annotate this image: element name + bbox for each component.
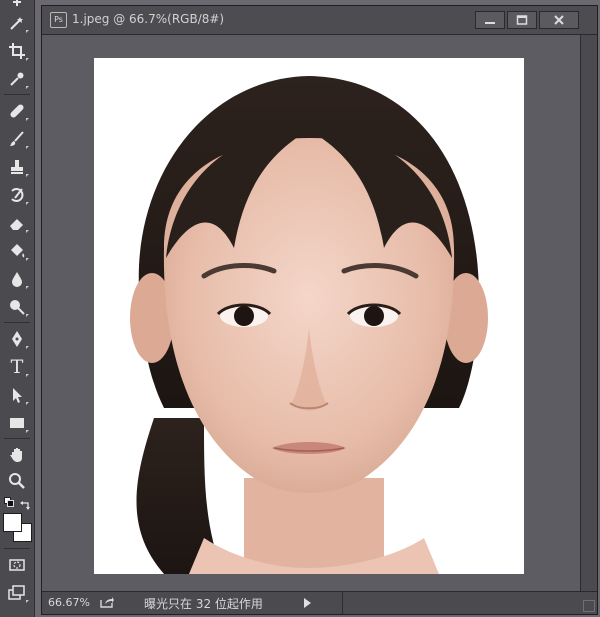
clone-stamp-tool[interactable] xyxy=(3,154,31,180)
foreground-color-swatch[interactable] xyxy=(3,513,22,532)
magic-wand-icon xyxy=(10,17,23,30)
history-brush-tool[interactable] xyxy=(3,182,31,208)
status-info-text: 曝光只在 32 位起作用 xyxy=(144,597,263,611)
pen-icon xyxy=(12,331,22,347)
minimize-button[interactable] xyxy=(475,11,505,29)
tools-panel: T xyxy=(0,0,35,617)
tool-separator xyxy=(4,322,30,323)
blur-icon xyxy=(12,272,22,287)
document-window: Ps 1.jpeg @ 66.7%(RGB/8#) 66.67% 曝光只在 32… xyxy=(41,5,598,615)
screen-mode-button[interactable] xyxy=(3,580,31,606)
status-menu-arrow-icon[interactable] xyxy=(304,598,311,608)
crop-tool[interactable] xyxy=(3,38,31,64)
quick-mask-icon xyxy=(9,559,25,571)
path-selection-icon xyxy=(13,388,22,403)
zoom-tool[interactable] xyxy=(3,468,31,494)
screen-mode-icon xyxy=(8,585,25,600)
share-icon[interactable] xyxy=(100,596,114,608)
eraser-icon xyxy=(10,219,23,230)
maximize-icon xyxy=(516,15,528,25)
healing-brush-tool[interactable] xyxy=(3,98,31,124)
type-tool[interactable]: T xyxy=(3,354,31,380)
dodge-icon xyxy=(10,300,25,315)
photoshop-doc-icon: Ps xyxy=(50,12,67,28)
rectangle-tool[interactable] xyxy=(3,410,31,436)
path-selection-tool[interactable] xyxy=(3,382,31,408)
paint-bucket-tool[interactable] xyxy=(3,238,31,264)
brush-icon xyxy=(10,131,24,146)
tool-separator xyxy=(4,94,30,95)
clone-stamp-icon xyxy=(11,160,23,174)
default-colors-icon[interactable] xyxy=(4,497,14,507)
tool-separator xyxy=(4,438,30,439)
canvas-area[interactable] xyxy=(42,35,597,592)
swap-colors-icon[interactable] xyxy=(20,495,30,510)
eyedropper-icon xyxy=(10,72,24,86)
rectangle-icon xyxy=(10,418,24,428)
zoom-level-field[interactable]: 66.67% xyxy=(48,596,90,609)
hand-tool[interactable] xyxy=(3,442,31,468)
minimize-icon xyxy=(485,22,495,24)
magic-wand-tool[interactable] xyxy=(3,10,31,36)
pen-tool[interactable] xyxy=(3,326,31,352)
portrait-photo xyxy=(130,76,488,574)
crop-icon xyxy=(9,43,25,59)
document-image[interactable] xyxy=(94,58,524,574)
healing-brush-icon xyxy=(10,104,24,118)
document-title: 1.jpeg @ 66.7%(RGB/8#) xyxy=(72,12,225,26)
brush-tool[interactable] xyxy=(3,126,31,152)
horizontal-scrollbar[interactable] xyxy=(342,592,597,614)
close-icon xyxy=(554,15,564,25)
paint-bucket-icon xyxy=(11,244,25,258)
close-button[interactable] xyxy=(539,11,579,29)
hand-icon xyxy=(10,448,22,462)
quick-mask-button[interactable] xyxy=(3,552,31,578)
eyedropper-tool[interactable] xyxy=(3,66,31,92)
tool-separator xyxy=(4,548,30,549)
document-titlebar[interactable]: Ps 1.jpeg @ 66.7%(RGB/8#) xyxy=(42,6,597,35)
maximize-button[interactable] xyxy=(507,11,537,29)
type-icon: T xyxy=(10,356,24,378)
eraser-tool[interactable] xyxy=(3,210,31,236)
status-bar: 66.67% 曝光只在 32 位起作用 xyxy=(42,591,597,614)
vertical-scrollbar[interactable] xyxy=(580,35,597,592)
dodge-tool[interactable] xyxy=(3,294,31,320)
history-brush-icon xyxy=(11,188,24,202)
zoom-icon xyxy=(9,473,25,489)
blur-tool[interactable] xyxy=(3,266,31,292)
resize-grip-icon[interactable] xyxy=(583,600,595,612)
